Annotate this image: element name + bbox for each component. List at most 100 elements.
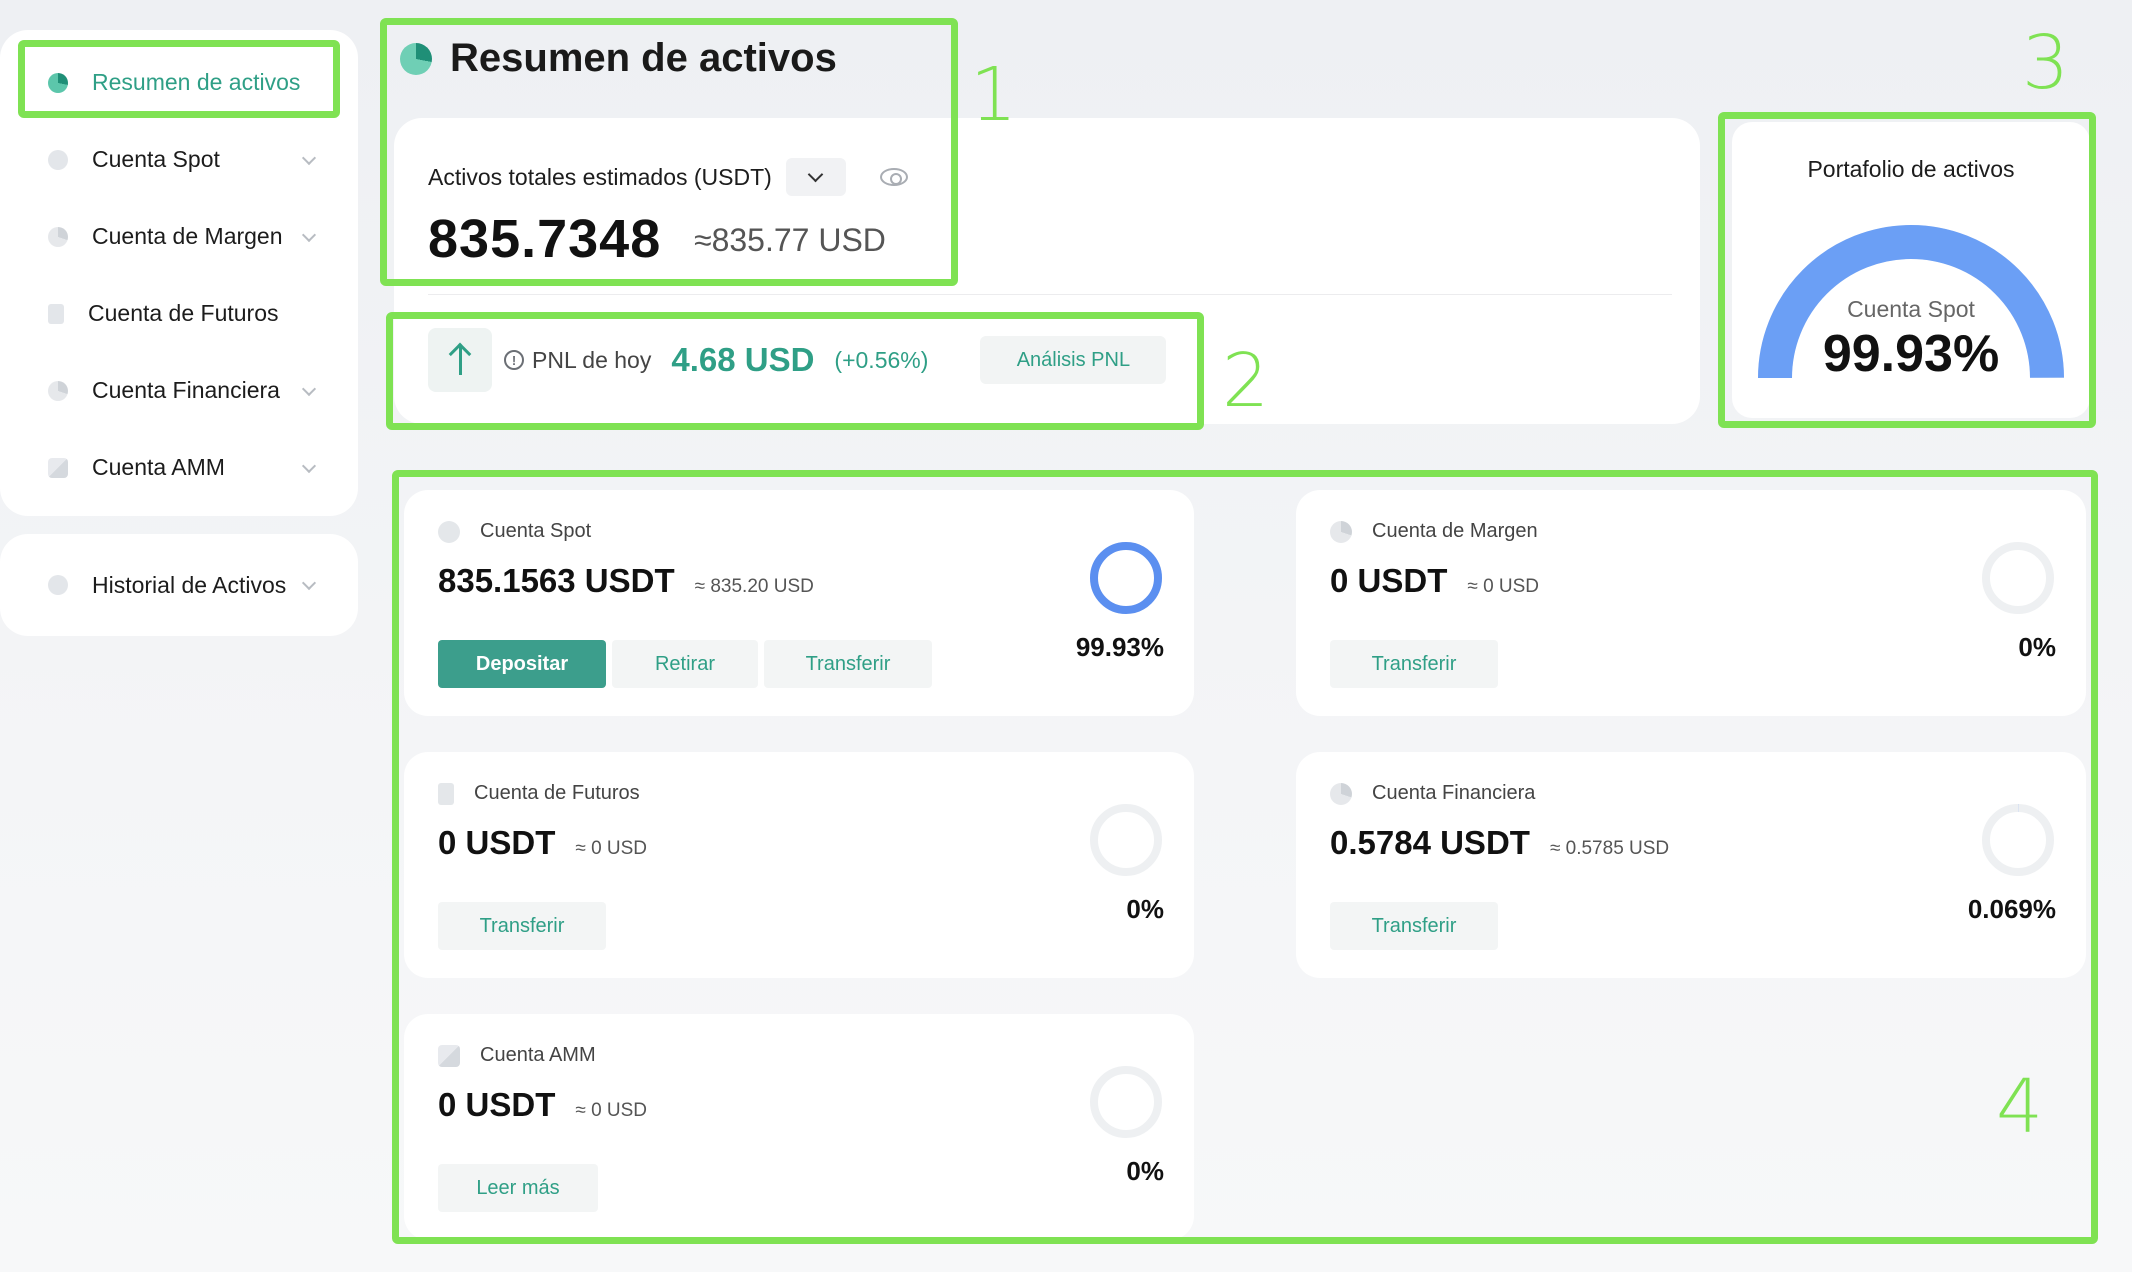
pie-chart-icon	[400, 42, 432, 75]
financial-icon	[1330, 782, 1352, 805]
account-name: Cuenta de Margen	[1330, 520, 1538, 543]
account-actions: Depositar Retirar Transferir	[438, 640, 938, 688]
sidebar-history: Historial de Activos	[0, 534, 358, 636]
account-name-text: Cuenta Spot	[480, 520, 592, 542]
account-actions: Transferir	[1330, 902, 1504, 950]
account-name-text: Cuenta Financiera	[1372, 782, 1536, 804]
account-card-amm: Cuenta AMM 0 USDT ≈ 0 USD Leer más 0%	[404, 1014, 1194, 1240]
account-actions: Transferir	[438, 902, 612, 950]
transfer-button[interactable]: Transferir	[1330, 640, 1498, 688]
account-name: Cuenta AMM	[438, 1044, 596, 1067]
account-usdt: 0 USDT	[1330, 562, 1448, 599]
sidebar-item-label: Cuenta Spot	[92, 146, 220, 172]
sidebar-item-label: Cuenta AMM	[92, 454, 225, 480]
account-amount: 0 USDT ≈ 0 USD	[438, 1086, 647, 1124]
chevron-down-icon[interactable]	[301, 575, 317, 591]
currency-dropdown[interactable]	[785, 158, 846, 196]
account-name: Cuenta Financiera	[1330, 782, 1535, 805]
account-usdt: 0 USDT	[438, 1086, 556, 1123]
sidebar-item-label: Resumen de activos	[92, 69, 301, 95]
amm-icon	[48, 457, 68, 478]
account-card-spot: Cuenta Spot 835.1563 USDT ≈ 835.20 USD D…	[404, 490, 1194, 716]
eye-icon[interactable]	[879, 168, 908, 186]
info-icon[interactable]: !	[504, 350, 524, 370]
transfer-button[interactable]: Transferir	[764, 640, 932, 688]
portfolio-card: Portafolio de activos Cuenta Spot 99.93%	[1732, 122, 2090, 418]
annotation-number-3: 3	[2022, 20, 2070, 106]
sidebar-item-label: Cuenta Financiera	[92, 377, 280, 403]
pnl-row: ! PNL de hoy 4.68 USD (+0.56%) Análisis …	[428, 328, 1167, 392]
margin-icon	[48, 226, 68, 247]
pie-chart-icon	[48, 72, 68, 93]
annotation-number-4: 4	[1996, 1064, 2044, 1150]
history-icon	[48, 575, 68, 595]
margin-icon	[1330, 520, 1352, 543]
sidebar-item-margin[interactable]: Cuenta de Margen	[0, 198, 358, 275]
allocation-ring	[1982, 804, 2054, 876]
allocation-ring	[1090, 542, 1162, 614]
account-usdt: 835.1563 USDT	[438, 562, 675, 599]
account-percent: 99.93%	[1075, 632, 1164, 662]
account-percent: 0%	[1126, 894, 1164, 924]
account-name-text: Cuenta AMM	[480, 1044, 596, 1066]
sidebar-nav: Resumen de activos Cuenta Spot Cuenta de…	[0, 30, 358, 516]
account-amount: 835.1563 USDT ≈ 835.20 USD	[438, 562, 814, 600]
total-balance: 835.7348	[428, 209, 662, 269]
account-card-margin: Cuenta de Margen 0 USDT ≈ 0 USD Transfer…	[1296, 490, 2086, 716]
sidebar-item-amm[interactable]: Cuenta AMM	[0, 429, 358, 506]
sidebar-item-history[interactable]: Historial de Activos	[0, 547, 358, 624]
gauge-value: 99.93%	[1822, 325, 2000, 383]
sidebar-item-spot[interactable]: Cuenta Spot	[0, 121, 358, 198]
amm-icon	[438, 1044, 460, 1067]
pnl-value: 4.68 USD	[671, 341, 815, 378]
gauge-label: Cuenta Spot	[1847, 296, 1975, 322]
spot-icon	[48, 149, 68, 170]
account-usd: ≈ 835.20 USD	[694, 576, 814, 597]
sidebar-item-asset-summary[interactable]: Resumen de activos	[0, 44, 358, 121]
pnl-analysis-button[interactable]: Análisis PNL	[980, 336, 1167, 384]
account-amount: 0 USDT ≈ 0 USD	[1330, 562, 1539, 600]
transfer-button[interactable]: Transferir	[438, 902, 606, 950]
account-name-text: Cuenta de Futuros	[474, 782, 640, 804]
pnl-percent: (+0.56%)	[834, 346, 929, 373]
annotation-number-2: 2	[1222, 338, 1270, 424]
allocation-ring	[1090, 1066, 1162, 1138]
account-usd: ≈ 0 USD	[1467, 576, 1540, 597]
transfer-button[interactable]: Transferir	[1330, 902, 1498, 950]
account-usdt: 0 USDT	[438, 824, 556, 861]
account-name-text: Cuenta de Margen	[1372, 520, 1538, 542]
futures-icon	[438, 782, 454, 805]
allocation-ring	[1090, 804, 1162, 876]
sidebar-item-label: Cuenta de Futuros	[88, 300, 279, 326]
account-usdt: 0.5784 USDT	[1330, 824, 1530, 861]
account-name: Cuenta de Futuros	[438, 782, 640, 805]
chevron-down-icon[interactable]	[301, 381, 317, 396]
account-usd: ≈ 0 USD	[575, 838, 648, 859]
sidebar: Resumen de activos Cuenta Spot Cuenta de…	[0, 30, 358, 636]
sidebar-item-label: Cuenta de Margen	[92, 223, 283, 249]
account-actions: Leer más	[438, 1164, 604, 1212]
read-more-button[interactable]: Leer más	[438, 1164, 598, 1212]
account-percent: 0%	[2018, 632, 2056, 662]
account-usd: ≈ 0.5785 USD	[1549, 838, 1670, 859]
estimated-assets-row: Activos totales estimados (USDT)	[428, 158, 908, 196]
deposit-button[interactable]: Depositar	[438, 640, 606, 688]
account-actions: Transferir	[1330, 640, 1504, 688]
account-name: Cuenta Spot	[438, 520, 591, 543]
sidebar-item-financial[interactable]: Cuenta Financiera	[0, 352, 358, 429]
total-balance-usd: ≈835.77 USD	[694, 222, 886, 258]
sidebar-item-futures[interactable]: Cuenta de Futuros	[0, 275, 358, 352]
withdraw-button[interactable]: Retirar	[612, 640, 758, 688]
account-amount: 0 USDT ≈ 0 USD	[438, 824, 647, 862]
arrow-up-icon	[428, 328, 492, 392]
chevron-down-icon[interactable]	[301, 458, 317, 473]
divider	[428, 294, 1672, 295]
account-usd: ≈ 0 USD	[575, 1100, 648, 1121]
account-percent: 0.069%	[1967, 894, 2056, 924]
allocation-ring	[1982, 542, 2054, 614]
annotation-number-1: 1	[970, 52, 1018, 138]
chevron-down-icon[interactable]	[301, 227, 317, 242]
pnl-label: ! PNL de hoy	[504, 347, 651, 374]
chevron-down-icon[interactable]	[301, 150, 317, 165]
spot-icon	[438, 520, 460, 543]
